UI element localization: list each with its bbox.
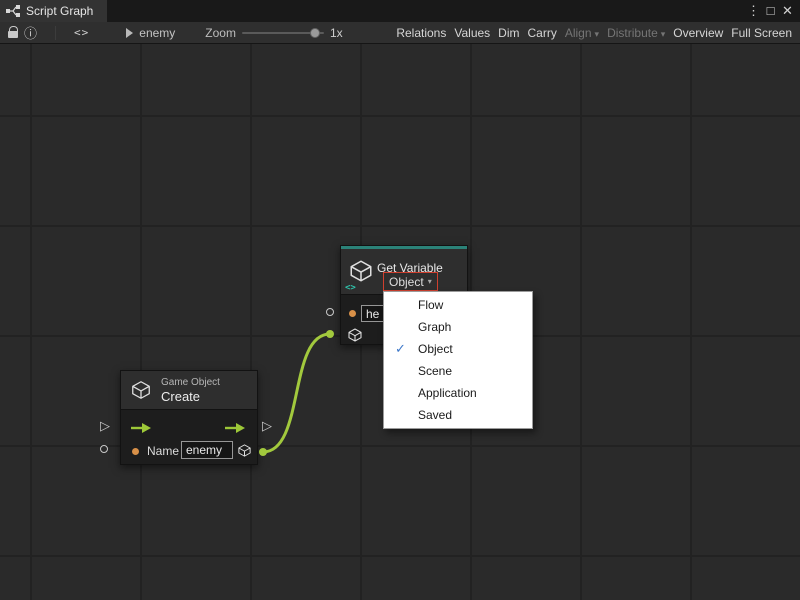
window-menu-icon[interactable]: ⋮ <box>745 0 762 22</box>
menu-item-saved[interactable]: Saved <box>384 404 532 426</box>
menu-item-application[interactable]: Application <box>384 382 532 404</box>
node-category: Game Object <box>161 377 220 388</box>
code-icon[interactable]: <> <box>74 26 89 39</box>
window-controls: ⋮ □ ✕ <box>745 0 800 22</box>
create-flow-in-port[interactable]: ▷ <box>100 419 110 432</box>
chevron-down-icon: ▾ <box>595 29 600 39</box>
zoom-slider-knob[interactable] <box>310 28 320 38</box>
param-label: Name <box>147 444 179 458</box>
flow-in-arrow-icon[interactable] <box>131 423 151 433</box>
tab-title: Script Graph <box>26 4 93 18</box>
chevron-down-icon: ▾ <box>428 277 432 286</box>
name-input-port[interactable] <box>132 448 139 455</box>
graph-canvas[interactable]: <> Get Variable Object ▾ <box>0 44 800 600</box>
node-header[interactable]: Game Object Create <box>121 371 257 409</box>
toolbar-separator <box>55 26 56 40</box>
menu-item-object[interactable]: ✓Object <box>384 338 532 360</box>
scope-value: Object <box>389 275 424 289</box>
dim-button[interactable]: Dim <box>498 26 519 40</box>
menu-item-scene[interactable]: Scene <box>384 360 532 382</box>
node-create[interactable]: Game Object Create Name <box>120 370 258 465</box>
variable-name: enemy <box>139 26 175 40</box>
result-cube-icon[interactable] <box>237 443 252 463</box>
toolbar-buttons: Relations Values Dim Carry Align▾ Distri… <box>396 26 794 40</box>
carry-button[interactable]: Carry <box>528 26 557 40</box>
menu-item-flow[interactable]: Flow <box>384 294 532 316</box>
script-graph-window: Script Graph ⋮ □ ✕ ⓘ <> enemy Zoom 1x Re… <box>0 0 800 600</box>
connection-wire <box>263 334 330 452</box>
relations-button[interactable]: Relations <box>396 26 446 40</box>
info-icon[interactable]: ⓘ <box>24 23 37 42</box>
fullscreen-button[interactable]: Full Screen <box>731 26 792 40</box>
check-icon: ✓ <box>395 338 406 360</box>
maximize-icon[interactable]: □ <box>762 0 779 22</box>
variable-arrow-icon <box>125 28 134 38</box>
node-title: Create <box>161 389 200 404</box>
tab-script-graph[interactable]: Script Graph <box>0 0 107 22</box>
distribute-button[interactable]: Distribute▾ <box>607 26 665 40</box>
node-body: Name <box>121 409 257 464</box>
zoom-value: 1x <box>330 26 343 40</box>
variable-cube-icon: <> <box>348 258 374 289</box>
scope-menu: Flow Graph ✓Object Scene Application Sav… <box>383 291 533 429</box>
graph-toolbar: ⓘ <> enemy Zoom 1x Relations Values Dim … <box>0 22 800 44</box>
name-value-field[interactable] <box>181 441 233 459</box>
close-icon[interactable]: ✕ <box>779 0 796 22</box>
titlebar: Script Graph ⋮ □ ✕ <box>0 0 800 22</box>
current-variable[interactable]: enemy <box>125 26 175 40</box>
script-graph-icon <box>6 4 20 18</box>
wire-target-dot[interactable] <box>326 330 334 338</box>
values-button[interactable]: Values <box>454 26 490 40</box>
align-button[interactable]: Align▾ <box>565 26 599 40</box>
flow-out-arrow-icon[interactable] <box>225 423 245 433</box>
create-flow-out-port[interactable]: ▷ <box>262 419 272 432</box>
get-variable-name-port[interactable] <box>326 308 334 316</box>
scope-dropdown[interactable]: Object ▾ <box>383 272 438 291</box>
zoom-slider[interactable] <box>242 26 324 40</box>
menu-item-graph[interactable]: Graph <box>384 316 532 338</box>
object-output-cube-icon[interactable] <box>347 327 363 348</box>
lock-icon[interactable] <box>8 31 18 38</box>
wire-source-dot[interactable] <box>259 448 267 456</box>
overview-button[interactable]: Overview <box>673 26 723 40</box>
code-badge-icon: <> <box>345 283 356 293</box>
chevron-down-icon: ▾ <box>661 29 666 39</box>
name-input-port[interactable] <box>349 310 356 317</box>
zoom-label: Zoom <box>205 26 236 40</box>
game-object-cube-icon <box>130 379 152 406</box>
create-name-port[interactable] <box>100 445 108 453</box>
